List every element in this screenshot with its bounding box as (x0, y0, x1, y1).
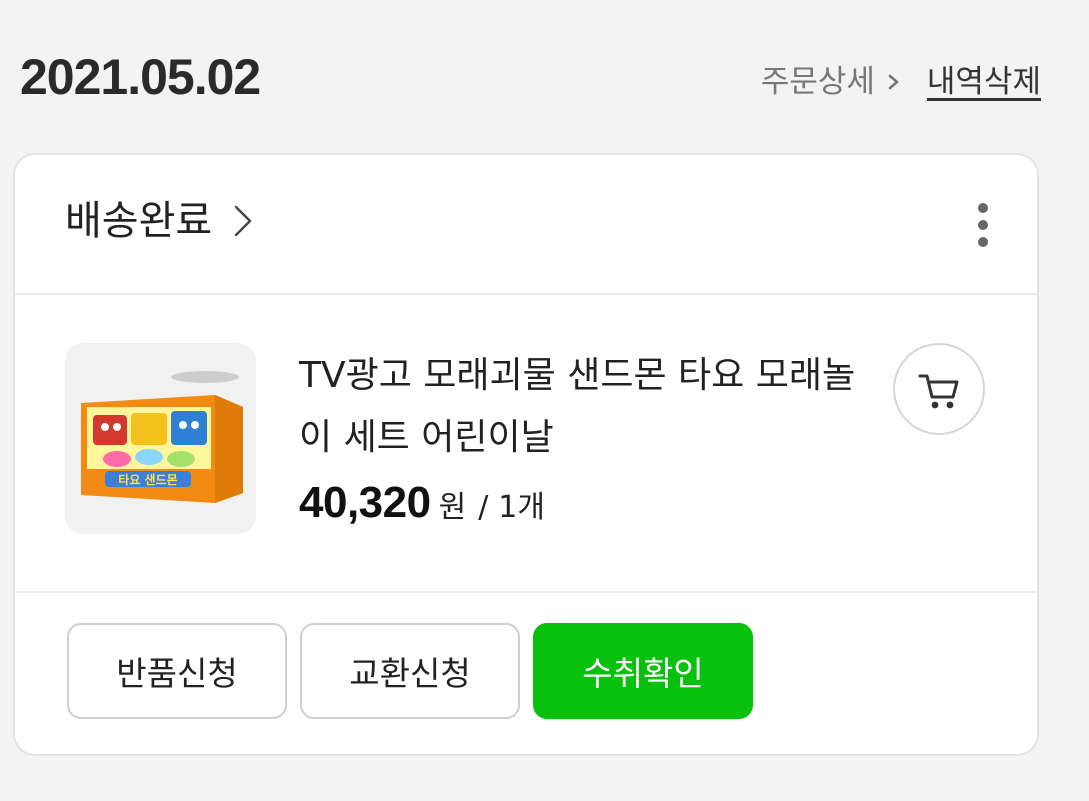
toy-box-image: 타요 샌드몬 (81, 371, 243, 503)
price-separator: / (478, 490, 489, 525)
delivery-status-link[interactable]: 배송완료 (65, 193, 256, 249)
delete-history-link[interactable]: 내역삭제 (927, 60, 1041, 104)
order-card: 배송완료 타요 샌드몬 TV광고 모래괴물 샌드몬 타요 모래놀이 세트 어린이… (13, 153, 1039, 756)
product-item: 타요 샌드몬 TV광고 모래괴물 샌드몬 타요 모래놀이 세트 어린이날 40,… (15, 293, 1037, 593)
product-thumbnail[interactable]: 타요 샌드몬 (65, 343, 256, 534)
cart-icon (918, 374, 959, 409)
chevron-right-icon (888, 74, 899, 90)
price-currency: 원 (438, 490, 467, 525)
order-detail-label: 주문상세 (760, 64, 875, 100)
chevron-right-icon (235, 205, 252, 237)
card-header: 배송완료 (15, 155, 1037, 295)
order-date: 2021.05.02 (20, 49, 261, 105)
confirm-receipt-button[interactable]: 수취확인 (533, 623, 753, 719)
more-options-icon[interactable] (963, 197, 1003, 253)
header-links: 주문상세 내역삭제 (761, 60, 1041, 104)
product-name[interactable]: TV광고 모래괴물 샌드몬 타요 모래놀이 세트 어린이날 (299, 345, 859, 469)
order-history-page: 2021.05.02 주문상세 내역삭제 배송완료 타요 샌드몬 TV광고 모래… (0, 0, 1089, 801)
delivery-status-label: 배송완료 (65, 198, 213, 244)
order-actions: 반품신청 교환신청 수취확인 (67, 623, 753, 719)
add-to-cart-button[interactable] (893, 343, 985, 435)
exchange-request-button[interactable]: 교환신청 (300, 623, 520, 719)
return-request-button[interactable]: 반품신청 (67, 623, 287, 719)
price-amount: 40,320 (299, 478, 431, 527)
quantity: 1개 (498, 490, 545, 525)
order-detail-link[interactable]: 주문상세 (761, 60, 905, 104)
price-row: 40,320 원 / 1개 (299, 478, 545, 528)
svg-text:타요 샌드몬: 타요 샌드몬 (118, 472, 177, 487)
